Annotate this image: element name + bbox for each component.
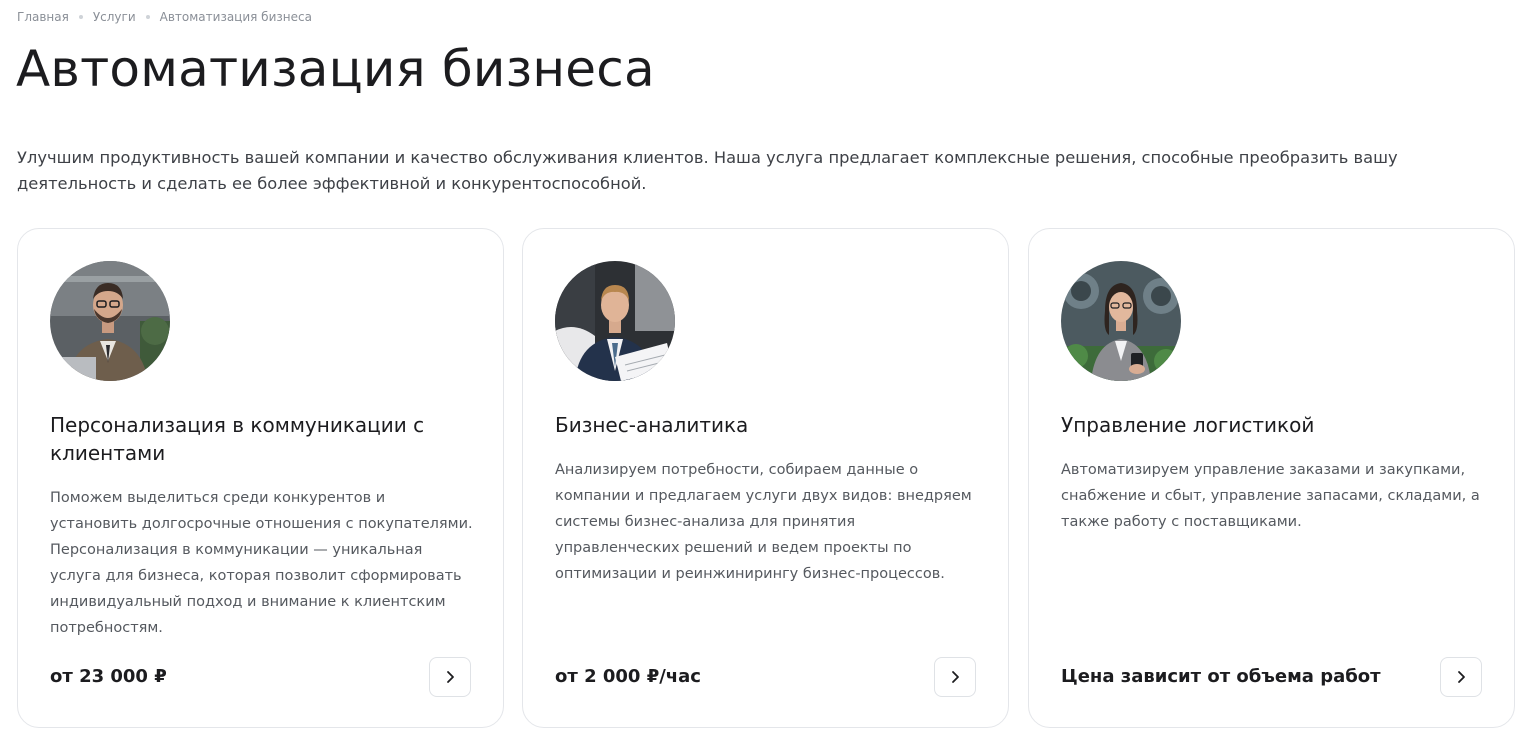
service-card-logistics[interactable]: Управление логистикой Автоматизируем упр… [1028,228,1515,728]
breadcrumb: Главная Услуги Автоматизация бизнеса [17,10,312,24]
card-description: Поможем выделиться среди конкурентов и у… [50,490,473,636]
card-open-button[interactable] [429,657,471,697]
card-title: Бизнес-аналитика [555,413,749,437]
card-price: от 2 000 ₽/час [555,666,701,687]
logistics-manager-photo-image [1061,261,1181,381]
page-title: Автоматизация бизнеса [16,40,655,98]
card-description: Анализируем потребности, собираем данные… [555,462,972,582]
breadcrumb-home-link[interactable]: Главная [17,10,69,24]
logistics-manager-photo [1061,261,1181,381]
consultant-photo [50,261,170,381]
card-open-button[interactable] [1440,657,1482,697]
breadcrumb-services-link[interactable]: Услуги [93,10,136,24]
card-price: Цена зависит от объема работ [1061,666,1381,687]
analyst-photo-image [555,261,675,381]
card-price: от 23 000 ₽ [50,666,167,687]
chevron-right-icon [1458,671,1465,683]
analyst-photo [555,261,675,381]
card-description: Автоматизируем управление заказами и зак… [1061,462,1480,530]
card-title: Персонализация в коммуникации с клиентам… [50,413,425,465]
breadcrumb-current: Автоматизация бизнеса [159,10,312,24]
breadcrumb-separator [78,15,83,19]
service-card-business-analytics[interactable]: Бизнес-аналитика Анализируем потребности… [522,228,1009,728]
page: Главная Услуги Автоматизация бизнеса Авт… [0,0,1533,746]
chevron-right-icon [952,671,959,683]
page-lead: Улучшим продуктивность вашей компании и … [17,148,1398,193]
breadcrumb-separator [145,15,150,19]
consultant-photo-image [50,261,170,381]
service-card-personalization[interactable]: Персонализация в коммуникации с клиентам… [17,228,504,728]
card-title: Управление логистикой [1061,413,1315,437]
chevron-right-icon [447,671,454,683]
card-open-button[interactable] [934,657,976,697]
